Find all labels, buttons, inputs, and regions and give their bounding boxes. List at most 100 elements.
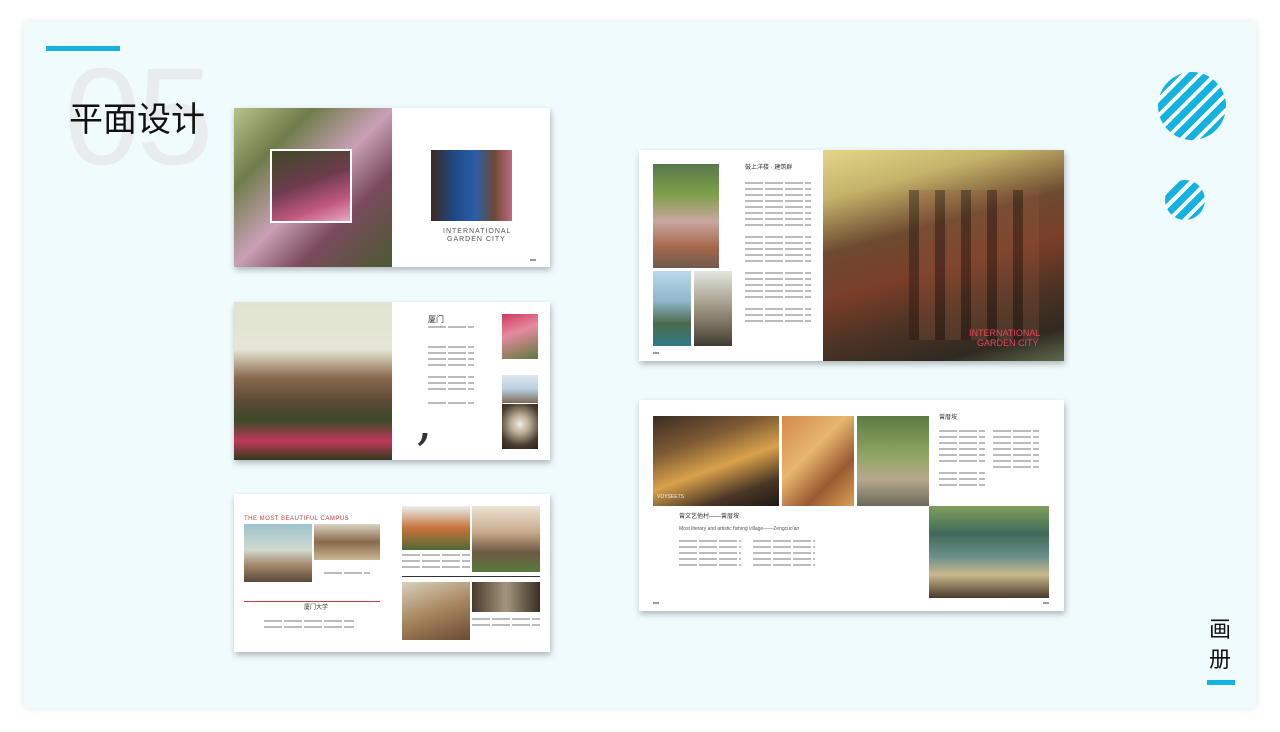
brochure-spread-zengcuoan: VOYSEETS 曾文艺他村——曾厝垵 Most literary and ar… bbox=[639, 400, 1064, 611]
body-text-block bbox=[745, 314, 811, 316]
body-text-block bbox=[939, 448, 985, 450]
body-text-block bbox=[679, 552, 741, 554]
body-text-block bbox=[428, 402, 474, 404]
campus-photo-left bbox=[244, 524, 312, 582]
xiamen-heading: 厦门 bbox=[428, 315, 444, 324]
body-text-block bbox=[753, 552, 815, 554]
caption-line bbox=[324, 572, 370, 574]
zengcuoan-subtitle-en: Most literary and artistic fishing villa… bbox=[679, 526, 800, 532]
body-text-block bbox=[745, 320, 811, 322]
body-text-block bbox=[745, 224, 811, 226]
body-text-block bbox=[939, 472, 985, 474]
body-text-block bbox=[428, 376, 474, 378]
gate-flowers-photo bbox=[653, 164, 719, 268]
mansion-window-shade bbox=[909, 190, 1039, 340]
body-text-block bbox=[939, 436, 985, 438]
brochure-spread-xiamen: 厦门 , bbox=[234, 302, 550, 460]
body-text-block bbox=[753, 564, 815, 566]
body-text-block bbox=[745, 296, 811, 298]
body-text-block bbox=[939, 442, 985, 444]
body-text-block bbox=[745, 308, 811, 310]
body-text-block bbox=[753, 540, 815, 542]
body-text-block bbox=[745, 248, 811, 250]
window-detail-photo bbox=[402, 582, 470, 640]
body-text-block bbox=[993, 430, 1039, 432]
body-text-block bbox=[264, 626, 354, 628]
body-text-block bbox=[745, 254, 811, 256]
body-text-block bbox=[428, 388, 474, 390]
stadium-photo bbox=[314, 524, 380, 560]
body-text-block bbox=[745, 278, 811, 280]
body-text-block bbox=[993, 460, 1039, 462]
body-text-block bbox=[993, 454, 1039, 456]
tiles-photo bbox=[782, 416, 854, 506]
gulangyu-heading: 鼓上洋楼 · 建筑群 bbox=[745, 165, 793, 171]
campus-headline: THE MOST BEAUTIFUL CAMPUS bbox=[244, 516, 350, 522]
body-text-block bbox=[753, 546, 815, 548]
photo-overlay-title-1: INTERNATIONAL bbox=[969, 328, 1041, 338]
slide-canvas: 05 平面设计 画册 INTERNATIONAL GARDEN CITY 厦门 … bbox=[24, 22, 1256, 708]
body-text-block bbox=[428, 382, 474, 384]
statue-building-photo bbox=[472, 506, 540, 572]
arched-building-photo bbox=[234, 302, 392, 460]
page-number-mark bbox=[653, 352, 659, 354]
page-number-mark bbox=[530, 259, 536, 261]
brochure-spread-garden-city: INTERNATIONAL GARDEN CITY bbox=[234, 108, 550, 267]
body-text-block bbox=[745, 200, 811, 202]
body-text-block bbox=[745, 212, 811, 214]
body-text-block bbox=[939, 454, 985, 456]
body-text-block bbox=[745, 260, 811, 262]
brochure-label: 画册 bbox=[1208, 618, 1231, 673]
body-text-block bbox=[993, 466, 1039, 468]
body-text-block bbox=[745, 182, 811, 184]
body-text-block bbox=[428, 326, 474, 328]
body-text-block bbox=[428, 352, 474, 354]
seaside-rock-photo bbox=[653, 271, 691, 346]
body-text-block bbox=[745, 272, 811, 274]
body-text-block bbox=[745, 188, 811, 190]
villa-street-photo bbox=[694, 271, 732, 346]
interior-photo bbox=[472, 582, 540, 612]
body-text-block bbox=[679, 540, 741, 542]
bottom-accent-bar bbox=[1207, 680, 1235, 685]
garden-path-photo bbox=[857, 416, 929, 506]
section-title: 平面设计 bbox=[69, 100, 205, 140]
body-text-block bbox=[428, 346, 474, 348]
shop-sign-photo bbox=[653, 416, 779, 506]
body-text-block bbox=[745, 242, 811, 244]
body-text-block bbox=[745, 290, 811, 292]
body-text-block bbox=[745, 236, 811, 238]
flower-photo-thumb bbox=[502, 314, 538, 359]
body-text-block bbox=[679, 546, 741, 548]
body-text-block bbox=[993, 436, 1039, 438]
body-text-block bbox=[679, 564, 741, 566]
body-text-block bbox=[264, 620, 354, 622]
garden-city-caption-2: GARDEN CITY bbox=[447, 236, 506, 243]
striped-circle-small bbox=[1165, 180, 1205, 220]
body-text-block bbox=[745, 206, 811, 208]
garden-city-caption-1: INTERNATIONAL bbox=[443, 228, 512, 235]
brochure-spread-gulangyu: 鼓上洋楼 · 建筑群 INTERNATIONAL GARDEN CITY bbox=[639, 150, 1064, 361]
campus-subheading: 厦门大学 bbox=[304, 605, 329, 611]
page-number-mark bbox=[1043, 602, 1049, 604]
flowers-inset-photo bbox=[270, 149, 352, 223]
body-text-block bbox=[402, 554, 470, 556]
body-text-block bbox=[939, 430, 985, 432]
striped-circle-large bbox=[1158, 72, 1226, 140]
shop-sign-text: VOYSEETS bbox=[657, 494, 684, 500]
body-text-block bbox=[753, 558, 815, 560]
pier-photo-thumb bbox=[502, 375, 538, 403]
zengcuoan-subtitle: 曾文艺他村——曾厝垵 bbox=[679, 514, 740, 520]
page-number-mark bbox=[653, 602, 659, 604]
body-text-block bbox=[472, 618, 540, 620]
body-text-block bbox=[939, 460, 985, 462]
quote-mark: , bbox=[416, 392, 433, 452]
body-text-block bbox=[679, 558, 741, 560]
body-text-block bbox=[472, 624, 540, 626]
body-text-block bbox=[745, 284, 811, 286]
zengcuoan-heading: 曾厝垵 bbox=[939, 415, 958, 421]
body-text-block bbox=[939, 478, 985, 480]
body-text-block bbox=[745, 218, 811, 220]
brochure-spread-campus: THE MOST BEAUTIFUL CAMPUS 厦门大学 bbox=[234, 494, 550, 652]
campus-building-photo bbox=[402, 506, 470, 550]
